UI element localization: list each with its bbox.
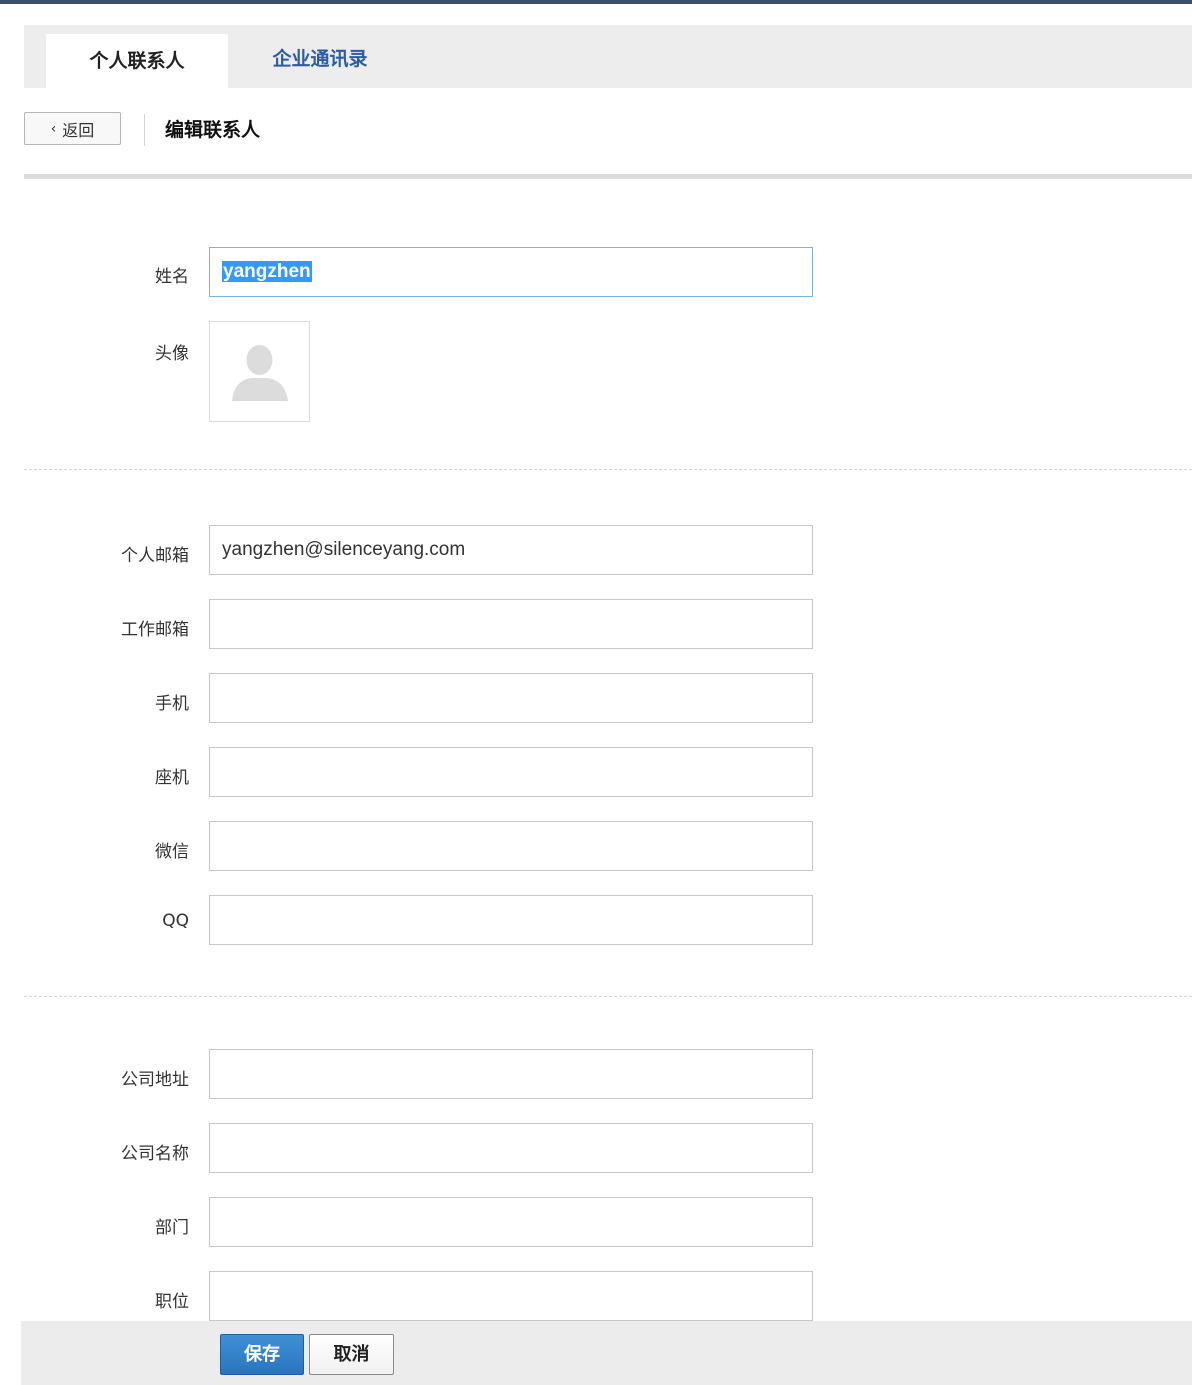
wechat-input[interactable]: [209, 821, 813, 871]
header-divider: [24, 174, 1192, 179]
cancel-button[interactable]: 取消: [309, 1334, 394, 1375]
name-input-value: yangzhen: [222, 261, 312, 282]
company-address-label: 公司地址: [121, 1070, 189, 1090]
company-name-input[interactable]: [209, 1123, 813, 1173]
avatar-label: 头像: [155, 344, 189, 364]
mobile-input[interactable]: [209, 673, 813, 723]
name-input[interactable]: yangzhen: [209, 247, 813, 297]
work-email-label: 工作邮箱: [121, 620, 189, 640]
top-rule: [0, 0, 1192, 4]
name-label: 姓名: [155, 267, 189, 287]
qq-label: QQ: [162, 911, 189, 931]
section-divider: [24, 469, 1192, 470]
qq-input[interactable]: [209, 895, 813, 945]
department-label: 部门: [155, 1218, 189, 1238]
mobile-label: 手机: [155, 694, 189, 714]
tab-bar: 个人联系人 企业通讯录: [24, 25, 1192, 88]
back-button-label: 返回: [62, 120, 95, 140]
person-silhouette-icon: [232, 345, 288, 401]
page-title: 编辑联系人: [165, 119, 261, 141]
avatar-picker[interactable]: [209, 321, 310, 422]
position-input[interactable]: [209, 1271, 813, 1321]
company-address-input[interactable]: [209, 1049, 813, 1099]
wechat-label: 微信: [155, 842, 189, 862]
contact-edit-page: 个人联系人 企业通讯录 ‹ 返回 编辑联系人 姓名 yangzhen 头像 个人…: [0, 0, 1192, 1385]
tab-enterprise-directory[interactable]: 企业通讯录: [228, 34, 412, 88]
landline-label: 座机: [155, 768, 189, 788]
tab-personal-contacts[interactable]: 个人联系人: [46, 34, 228, 88]
department-input[interactable]: [209, 1197, 813, 1247]
action-footer: 保存 取消: [21, 1321, 1192, 1385]
work-email-input[interactable]: [209, 599, 813, 649]
company-name-label: 公司名称: [121, 1144, 189, 1164]
back-button[interactable]: ‹ 返回: [24, 112, 121, 145]
section-divider: [24, 996, 1192, 997]
personal-email-label: 个人邮箱: [121, 546, 189, 566]
position-label: 职位: [155, 1292, 189, 1312]
landline-input[interactable]: [209, 747, 813, 797]
chevron-left-icon: ‹: [50, 120, 57, 137]
personal-email-input[interactable]: yangzhen@silenceyang.com: [209, 525, 813, 575]
toolbar-divider: [144, 114, 145, 146]
save-button[interactable]: 保存: [220, 1334, 304, 1375]
